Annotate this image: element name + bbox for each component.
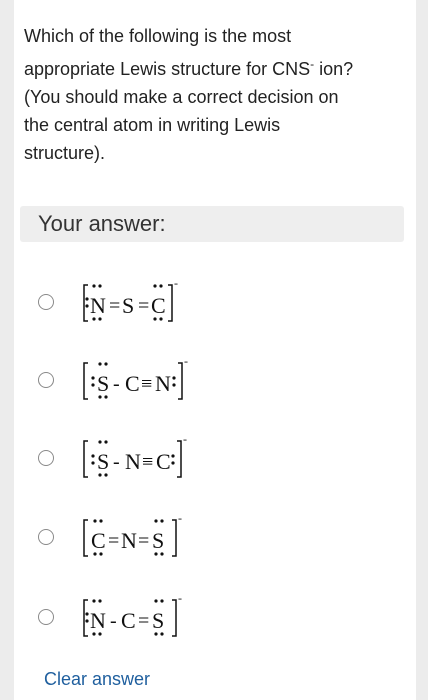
atom-label: S (152, 528, 164, 553)
question-line: structure). (24, 143, 106, 163)
lewis-structure-2: S - C ≡ N - (83, 357, 188, 400)
charge-label: - (183, 435, 187, 446)
atom-label: S (122, 293, 134, 318)
bond-label: = (138, 530, 149, 552)
atom-label: C (151, 293, 166, 318)
atom-label: S (152, 608, 164, 633)
radio-button[interactable] (38, 529, 54, 545)
bond-label: - (113, 451, 120, 473)
answer-label: Your answer: (38, 211, 166, 236)
bracket-right (177, 440, 182, 478)
atom-label: N (125, 449, 141, 474)
radio-button[interactable] (38, 450, 54, 466)
lone-pair-dots (171, 454, 175, 465)
atom-label: N (90, 608, 106, 633)
radio-button[interactable] (38, 294, 54, 310)
charge-label: - (178, 594, 182, 605)
atom-label: S (97, 371, 109, 396)
lone-pair-dots (172, 376, 176, 387)
question-line: appropriate Lewis structure for CNS- ion… (24, 50, 394, 83)
option-4[interactable]: C = N = S - (0, 512, 428, 562)
atom-label: C (125, 371, 140, 396)
atom-label: S (97, 449, 109, 474)
lewis-structure-1: N = S = C - (83, 279, 178, 322)
bond-label: = (108, 530, 119, 552)
atom-label: N (90, 293, 106, 318)
bond-label: - (110, 610, 117, 632)
lewis-structure-5: N - C = S - (83, 594, 182, 637)
charge-label: - (184, 357, 188, 368)
atom-label: N (121, 528, 137, 553)
radio-button[interactable] (38, 609, 54, 625)
bracket-right (172, 599, 177, 637)
bracket-right (168, 284, 173, 322)
clear-answer-link[interactable]: Clear answer (44, 669, 150, 690)
bracket-left (83, 519, 88, 557)
bond-label: - (113, 373, 120, 395)
bracket-left (83, 599, 88, 637)
atom-label: N (155, 371, 171, 396)
bond-label: = (109, 295, 120, 317)
bond-label: ≡ (142, 451, 153, 473)
bracket-left (83, 362, 88, 400)
question-text: Which of the following is the most appro… (24, 22, 394, 167)
radio-button[interactable] (38, 372, 54, 388)
option-3[interactable]: S - N ≡ C - (0, 433, 428, 483)
atom-label: C (121, 608, 136, 633)
question-line-text: appropriate Lewis structure for CNS (24, 59, 311, 79)
bond-label: = (138, 295, 149, 317)
atom-label: C (156, 449, 171, 474)
bracket-left (83, 284, 88, 322)
option-5[interactable]: N - C = S - (0, 592, 428, 642)
charge-label: - (178, 514, 182, 525)
bond-label: ≡ (141, 373, 152, 395)
bond-label: = (138, 610, 149, 632)
lewis-structure-4: C = N = S - (83, 514, 182, 557)
charge-label: - (174, 279, 178, 290)
question-line-text: ion? (314, 59, 354, 79)
option-2[interactable]: S - C ≡ N - (0, 355, 428, 405)
bracket-right (178, 362, 183, 400)
option-1[interactable]: N = S = C - (0, 277, 428, 327)
lewis-structure-3: S - N ≡ C - (83, 435, 187, 478)
bracket-left (83, 440, 88, 478)
atom-label: C (91, 528, 106, 553)
question-line: the central atom in writing Lewis (24, 115, 281, 135)
question-line: (You should make a correct decision on (24, 87, 339, 107)
bracket-right (172, 519, 177, 557)
question-line: Which of the following is the most (24, 26, 292, 46)
